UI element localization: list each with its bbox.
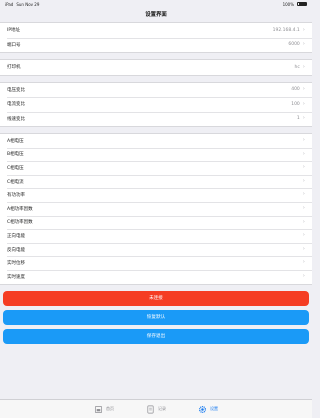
row-value: hc: [294, 64, 300, 70]
row-label: A相电压: [7, 138, 24, 144]
list-item[interactable]: 正向电能 ›: [0, 229, 312, 243]
disconnected-button[interactable]: 未连接: [3, 290, 309, 306]
list-item[interactable]: 反向电能 ›: [0, 242, 312, 257]
printer-row[interactable]: 打印机 hc ›: [0, 60, 312, 75]
chevron-right-icon: ›: [302, 218, 305, 225]
row-value: 100: [291, 101, 300, 107]
list-item[interactable]: C相功率因数 ›: [0, 215, 312, 230]
row-right: 100 ›: [291, 100, 305, 108]
battery-icon: [297, 1, 307, 6]
row-right: 1 ›: [296, 115, 305, 122]
tab-label: 首页: [106, 406, 114, 411]
chevron-right-icon: ›: [302, 259, 305, 266]
row-label: A相功率因数: [7, 206, 33, 212]
settings-content: IP地址 192.168.4.1 › 端口号 6000 › 打印机 hc › 电…: [0, 19, 312, 344]
row-label: IP地址: [7, 28, 21, 34]
list-item[interactable]: A相电压 ›: [0, 134, 312, 148]
row-label: 实时位移: [7, 261, 25, 267]
chevron-right-icon: ›: [302, 272, 305, 279]
status-right: 100%: [282, 1, 307, 7]
row-label: 线速变比: [7, 116, 25, 122]
device-label: iPad: [5, 1, 14, 7]
chevron-right-icon: ›: [302, 137, 305, 144]
row-label: C相电流: [7, 179, 24, 185]
port-row[interactable]: 端口号 6000 ›: [0, 37, 312, 53]
row-right: 400 ›: [291, 86, 305, 93]
tab-records[interactable]: 记录: [146, 405, 166, 414]
row-label: C相功率因数: [7, 220, 33, 226]
status-left: iPad Sun Nov 29: [5, 2, 39, 7]
row-value: 192.168.4.1: [272, 27, 300, 33]
restore-default-button[interactable]: 恢复默认: [3, 309, 309, 325]
status-bar: iPad Sun Nov 29 100%: [0, 0, 312, 8]
row-label: C相电压: [7, 165, 24, 171]
chevron-right-icon: ›: [302, 63, 305, 70]
list-item[interactable]: A相功率因数 ›: [0, 201, 312, 216]
list-item[interactable]: 实时位移 ›: [0, 256, 312, 270]
document-icon: [147, 405, 154, 413]
battery-percent: 100%: [282, 1, 294, 7]
measurement-group: A相电压 › B相电压 › C相电压 › C相电流 › 有功功率 › A相功率因数 › C相…: [0, 133, 312, 285]
line-speed-ratio-row[interactable]: 线速变比 1 ›: [0, 111, 312, 127]
row-right: 192.168.4.1 ›: [272, 26, 305, 34]
ratio-group: 电压变比 400 › 电流变比 100 › 线速变比 1 ›: [0, 81, 312, 127]
chevron-right-icon: ›: [302, 232, 305, 239]
printer-group: 打印机 hc ›: [0, 59, 312, 76]
row-label: 端口号: [7, 42, 21, 48]
navigation-bar: 设置界面: [0, 8, 312, 19]
chevron-right-icon: ›: [302, 100, 305, 107]
chevron-right-icon: ›: [302, 205, 305, 212]
row-label: 打印机: [7, 65, 21, 71]
list-item[interactable]: B相电压 ›: [0, 147, 312, 162]
tab-label: 记录: [158, 406, 166, 411]
chevron-right-icon: ›: [302, 177, 305, 184]
current-ratio-row[interactable]: 电流变比 100 ›: [0, 97, 312, 112]
chevron-right-icon: ›: [302, 150, 305, 157]
chevron-right-icon: ›: [302, 41, 305, 47]
gear-icon: [198, 405, 207, 413]
network-group: IP地址 192.168.4.1 › 端口号 6000 ›: [0, 22, 312, 53]
chevron-right-icon: ›: [302, 115, 305, 121]
ip-address-row[interactable]: IP地址 192.168.4.1 ›: [0, 23, 312, 38]
voltage-ratio-row[interactable]: 电压变比 400 ›: [0, 83, 312, 98]
page-title: 设置界面: [145, 11, 167, 18]
chevron-right-icon: ›: [302, 191, 305, 198]
list-item[interactable]: C相电流 ›: [0, 174, 312, 189]
row-label: 有功功率: [7, 193, 25, 199]
row-right: hc ›: [294, 63, 305, 71]
tab-settings[interactable]: 设置: [198, 405, 218, 414]
row-label: 实时速度: [7, 274, 25, 280]
list-item[interactable]: C相电压 ›: [0, 161, 312, 175]
status-time: Sun Nov 29: [16, 1, 40, 7]
tab-label: 设置: [210, 406, 218, 411]
row-value: 400: [291, 87, 300, 93]
home-icon: [94, 405, 103, 413]
chevron-right-icon: ›: [302, 245, 305, 252]
row-right: 6000 ›: [288, 41, 305, 48]
row-label: 正向电能: [7, 233, 25, 239]
chevron-right-icon: ›: [302, 86, 305, 92]
row-label: 电压变比: [7, 87, 25, 93]
chevron-right-icon: ›: [302, 26, 305, 33]
list-item[interactable]: 有功功率 ›: [0, 188, 312, 202]
row-label: 反向电能: [7, 247, 25, 253]
save-exit-button[interactable]: 保存退出: [3, 328, 309, 344]
list-item[interactable]: 实时速度 ›: [0, 269, 312, 284]
row-label: 电流变比: [7, 102, 25, 108]
tab-home[interactable]: 首页: [94, 405, 114, 414]
row-value: 1: [296, 116, 300, 122]
row-label: B相电压: [7, 152, 24, 158]
row-value: 6000: [288, 42, 300, 48]
chevron-right-icon: ›: [302, 164, 305, 171]
tab-bar: 首页 记录 设置: [0, 399, 312, 418]
